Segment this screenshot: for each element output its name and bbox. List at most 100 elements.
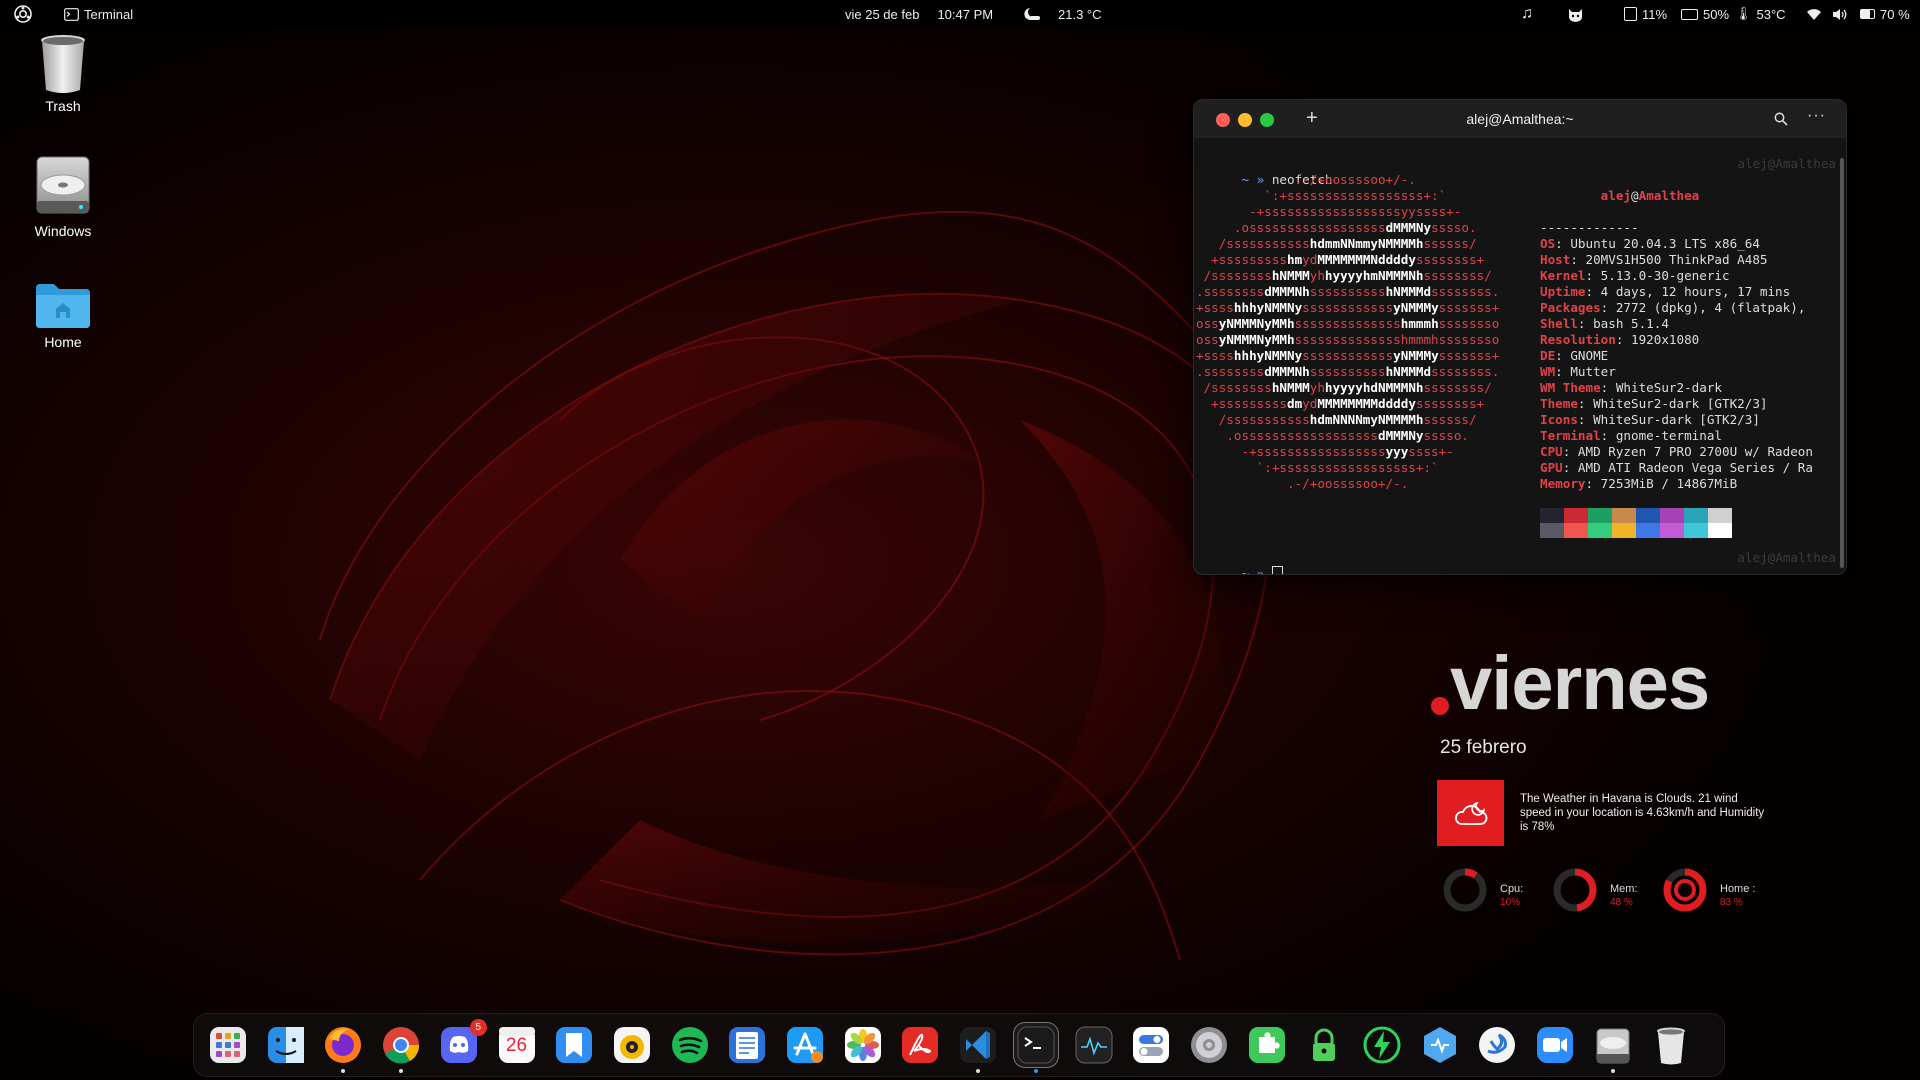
weather-box [1437, 780, 1504, 846]
palette-row [1540, 523, 1813, 538]
at-sign: @ [1631, 188, 1639, 203]
info-row: Shell: bash 5.1.4 [1540, 316, 1813, 332]
dock-item-swift-app[interactable] [1475, 1023, 1519, 1067]
terminal-titlebar[interactable]: + alej@Amalthea:~ ··· [1194, 100, 1846, 138]
toggles-icon [1133, 1027, 1170, 1063]
battery-indicator[interactable]: 70 % [1860, 0, 1910, 28]
info-row: DE: GNOME [1540, 348, 1813, 364]
scrollbar[interactable] [1840, 158, 1844, 568]
dock-item-settings[interactable] [1187, 1023, 1231, 1067]
conky-widget: viernes 25 febrero The Weather in Havana… [1420, 640, 1780, 940]
info-value: 5.13.0-30-generic [1600, 268, 1730, 283]
info-row: GPU: AMD ATI Radeon Vega Series / Ra [1540, 460, 1813, 476]
info-colon: : [1585, 284, 1601, 299]
activities-button[interactable] [14, 0, 32, 28]
wifi-indicator[interactable] [1806, 0, 1822, 28]
desktop-icon-home[interactable]: Home [8, 282, 118, 350]
running-indicator [399, 1069, 404, 1073]
info-value: WhiteSur2-dark [GTK2/3] [1593, 396, 1768, 411]
dock-item-rhythmbox[interactable] [610, 1023, 654, 1067]
palette-swatch [1708, 508, 1732, 523]
info-value: bash 5.1.4 [1593, 316, 1669, 331]
volume-indicator[interactable] [1832, 0, 1848, 28]
info-colon: : [1555, 364, 1571, 379]
conky-day: viernes [1450, 641, 1710, 726]
dock-item-hex-app[interactable] [1418, 1023, 1462, 1067]
info-key: WM [1540, 364, 1556, 379]
finder-icon [267, 1027, 304, 1063]
info-colon: : [1577, 316, 1594, 331]
dock-item-system-monitor[interactable] [1072, 1023, 1116, 1067]
dock-item-firefox[interactable] [321, 1023, 365, 1067]
cpu-temp-indicator[interactable]: 🌡 53°C [1735, 0, 1786, 28]
color-palette [1540, 508, 1813, 538]
dock-item-trash[interactable] [1649, 1023, 1693, 1067]
vpn-lock-icon [1313, 1028, 1336, 1061]
dock-item-launchpad[interactable] [206, 1023, 250, 1067]
ring-label: Home : [1720, 883, 1755, 895]
search-icon[interactable] [1774, 112, 1788, 126]
desktop-icon-trash[interactable]: Trash [8, 34, 118, 114]
ascii-segment: `:+ssssssssssssssssss+:` [1196, 460, 1439, 475]
ascii-line: +ssssssssshmydMMMMMMMNddddyssssssss+ [1196, 252, 1499, 268]
ascii-line: +sssshhhyNMMNyssssssssssssyNMMMysssssss+ [1196, 348, 1499, 364]
top-bar: Terminal vie 25 de feb 10:47 PM 21.3 °C … [0, 0, 1920, 28]
ascii-segment: hyyyyhmNMMMNh [1324, 268, 1424, 283]
menu-icon[interactable]: ··· [1807, 107, 1826, 125]
disk-usage-indicator[interactable]: 11% [1624, 0, 1667, 28]
host-name: Amalthea [1638, 188, 1700, 203]
dock-item-spotify[interactable] [668, 1023, 712, 1067]
dock-item-extensions[interactable] [1245, 1023, 1289, 1067]
drive-icon [1596, 1028, 1630, 1064]
palette-swatch [1612, 523, 1636, 538]
info-row: Resolution: 1920x1080 [1540, 332, 1813, 348]
dock-item-vpn-lock[interactable] [1302, 1023, 1346, 1067]
info-colon: : [1600, 380, 1616, 395]
dock-item-finder[interactable] [264, 1023, 308, 1067]
dock-item-chrome[interactable] [379, 1023, 423, 1067]
ascii-line: .ssssssssdMMMNhsssssssssshNMMMdssssssss. [1196, 284, 1499, 300]
dock-item-zoom[interactable] [1533, 1023, 1577, 1067]
ascii-segment: ssssssss+ [1415, 252, 1485, 267]
dock-item-power[interactable] [1360, 1023, 1404, 1067]
info-colon: : [1555, 236, 1571, 251]
dock-item-pdf-reader[interactable] [898, 1023, 942, 1067]
dock-item-discord[interactable]: 5 [437, 1019, 487, 1067]
dock-item-vscode[interactable] [956, 1023, 1000, 1067]
info-value: AMD Ryzen 7 PRO 2700U w/ Radeon [1577, 444, 1813, 459]
ascii-segment: ssss+- [1408, 444, 1454, 459]
dock-item-terminal[interactable] [1012, 1022, 1059, 1068]
info-key: GPU [1540, 460, 1563, 475]
dock-item-calendar[interactable]: 26 [495, 1023, 539, 1067]
ascii-line: /sssssssshNMMMyhhyyyyhdNMMMNhssssssss/ [1196, 380, 1499, 396]
palette-swatch [1588, 508, 1612, 523]
photos-icon [844, 1027, 881, 1063]
dock-item-books[interactable] [552, 1023, 596, 1067]
dock-item-toggles[interactable] [1129, 1023, 1173, 1067]
ascii-segment: .ssssssss [1196, 364, 1265, 379]
dock-item-app-store[interactable] [783, 1023, 827, 1067]
weather-indicator[interactable]: 21.3 °C [1024, 0, 1102, 28]
app-menu[interactable]: Terminal [64, 0, 133, 28]
dock-item-drive[interactable] [1591, 1023, 1635, 1067]
info-row: Packages: 2772 (dpkg), 4 (flatpak), [1540, 300, 1813, 316]
info-row: WM: Mutter [1540, 364, 1813, 380]
terminal-window[interactable]: + alej@Amalthea:~ ··· ~ » neofetch alej@… [1193, 99, 1847, 575]
extensions-icon [1248, 1027, 1285, 1063]
running-indicator [1610, 1069, 1615, 1073]
dock-item-text-editor[interactable] [725, 1023, 769, 1067]
ascii-segment: ssssssssssss [1302, 348, 1394, 363]
desktop-icon-windows[interactable]: Windows [8, 155, 118, 239]
info-colon: : [1562, 460, 1578, 475]
extension-indicator[interactable] [1567, 0, 1584, 28]
clock[interactable]: vie 25 de feb 10:47 PM [845, 0, 993, 28]
music-indicator[interactable]: ♫ [1521, 0, 1533, 28]
terminal-content[interactable]: ~ » neofetch alej@Amalthea .-/+oossssoo+… [1194, 138, 1846, 574]
ascii-line: -+ssssssssssssssssssyyssss+- [1196, 204, 1499, 220]
battery-health-indicator[interactable]: 50% [1681, 0, 1729, 28]
music-note-icon: ♫ [1521, 5, 1533, 22]
dock-item-photos[interactable] [841, 1023, 885, 1067]
ascii-segment: dMMMNh [1264, 364, 1310, 379]
ascii-segment: /sssssssssss [1196, 412, 1310, 427]
launchpad-icon [210, 1027, 246, 1063]
